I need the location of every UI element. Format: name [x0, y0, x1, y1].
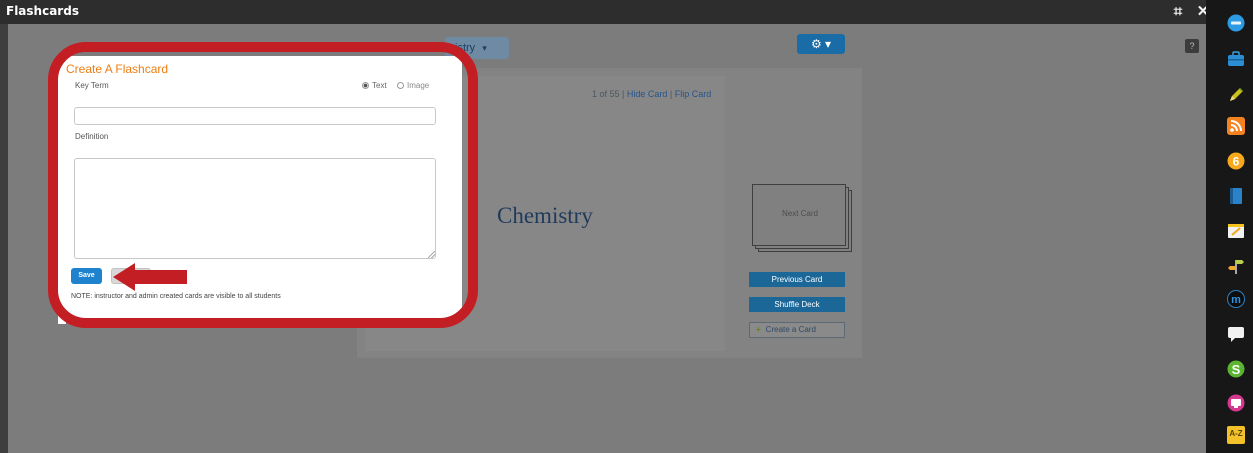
chat-bubble-icon[interactable]	[1227, 325, 1245, 343]
resize-grip-icon[interactable]	[428, 251, 435, 258]
definition-label: Definition	[75, 132, 109, 141]
svg-text:6: 6	[1233, 155, 1240, 169]
hide-card-link[interactable]: Hide Card	[627, 89, 668, 99]
six-circle-icon[interactable]: 6	[1227, 152, 1245, 170]
briefcase-icon[interactable]	[1227, 50, 1245, 68]
key-term-input[interactable]	[74, 107, 436, 125]
arrow-signs-icon[interactable]	[1227, 257, 1245, 275]
svg-text:S: S	[1232, 362, 1241, 377]
visibility-note: NOTE: instructor and admin created cards…	[71, 293, 281, 300]
separator: |	[667, 89, 675, 99]
create-card-button[interactable]: + Create a Card	[749, 322, 845, 338]
image-radio-option[interactable]: Image	[397, 81, 429, 90]
m-circle-icon[interactable]: m	[1227, 290, 1245, 308]
text-option-label: Text	[372, 81, 387, 90]
image-option-label: Image	[407, 81, 430, 90]
card-counter: 1 of 55 | Hide Card | Flip Card	[592, 89, 711, 99]
a-z-icon[interactable]: A-Z	[1227, 426, 1245, 444]
app-title: Flashcards	[6, 4, 79, 18]
card-term-text: Chemistry	[497, 203, 593, 228]
next-card-deck[interactable]: Next Card	[752, 184, 852, 252]
a-z-label: A-Z	[1229, 429, 1243, 438]
previous-card-button[interactable]: Previous Card	[749, 272, 845, 287]
key-term-label: Key Term	[75, 81, 109, 90]
help-button[interactable]: ?	[1185, 39, 1199, 53]
radio-unselected-icon[interactable]	[397, 82, 404, 89]
shuffle-deck-button[interactable]: Shuffle Deck	[749, 297, 845, 312]
dialog-corner	[58, 318, 66, 324]
badge-circle-icon[interactable]	[1227, 14, 1245, 32]
create-card-label: Create a Card	[765, 325, 816, 334]
book-icon[interactable]	[1227, 187, 1245, 205]
chevron-down-icon: ▾	[482, 43, 487, 53]
save-button[interactable]: Save	[71, 268, 102, 284]
expand-window-button[interactable]: ⌗	[1168, 2, 1188, 22]
flip-card-link[interactable]: Flip Card	[675, 89, 712, 99]
deck-sheet: Next Card	[752, 184, 846, 246]
pencil-icon[interactable]	[1227, 86, 1245, 104]
notepad-icon[interactable]	[1227, 222, 1245, 240]
s-circle-icon[interactable]: S	[1227, 360, 1245, 378]
separator: |	[619, 89, 627, 99]
definition-textarea[interactable]	[74, 158, 436, 259]
deck-select-value: istry	[455, 42, 476, 54]
dialog-title: Create A Flashcard	[66, 62, 169, 76]
cancel-button[interactable]	[111, 268, 151, 284]
text-radio-option[interactable]: Text	[362, 81, 387, 90]
card-position: 1 of 55	[592, 89, 620, 99]
rss-icon[interactable]	[1227, 117, 1245, 135]
monitor-icon[interactable]	[1227, 394, 1245, 412]
svg-text:m: m	[1231, 294, 1241, 306]
radio-selected-icon[interactable]	[362, 82, 369, 89]
settings-gear-button[interactable]: ⚙ ▾	[797, 34, 845, 54]
plus-icon: +	[756, 325, 761, 334]
next-card-label: Next Card	[781, 209, 818, 218]
window-title-bar: Flashcards ⌗ ✕	[0, 0, 1209, 24]
